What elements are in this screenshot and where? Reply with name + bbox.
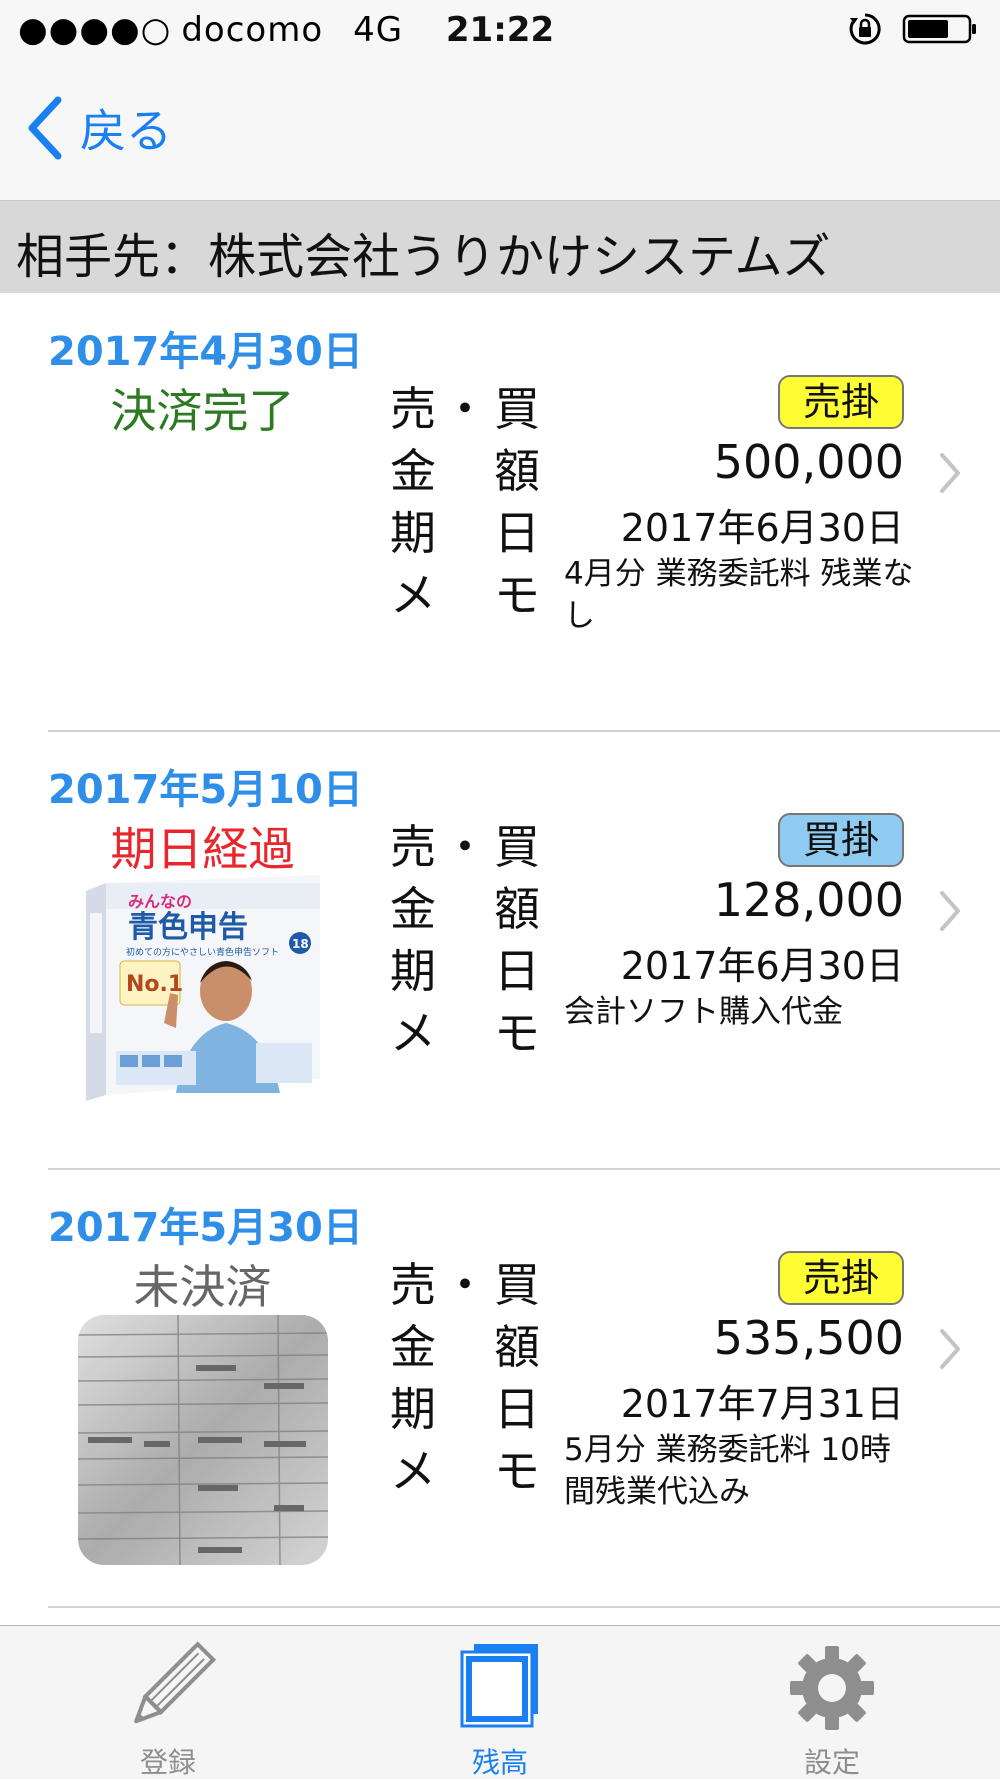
pencil-icon [134, 1641, 217, 1724]
label-char: メ [390, 1444, 436, 1498]
type-field-label: 売・買 [390, 1249, 540, 1315]
gear-icon [790, 1646, 874, 1730]
back-button[interactable]: 戻る [24, 94, 172, 162]
transaction-date: 2017年4月30日 [48, 329, 363, 375]
label-char: 買 [494, 1258, 540, 1312]
transaction-row[interactable]: 2017年5月10日 期日経過 売・買 金額 期日 メモ 買掛 128,000 … [0, 733, 1000, 1170]
type-field-label: 売・買 [390, 373, 540, 439]
amount-field-label: 金額 [390, 435, 540, 501]
label-char: 期 [390, 506, 436, 560]
settlement-status: 期日経過 [110, 822, 295, 876]
row-divider [48, 1606, 1000, 1608]
label-char: モ [494, 1006, 540, 1060]
due-date-value: 2017年6月30日 [620, 944, 904, 988]
label-char: 売 [390, 1258, 436, 1312]
settlement-status: 未決済 [133, 1260, 272, 1314]
due-field-label: 期日 [390, 935, 540, 1001]
chevron-right-icon [940, 891, 960, 931]
tab-settings[interactable]: 設定 [732, 1626, 932, 1779]
transaction-row[interactable]: 2017年4月30日 決済完了 売・買 金額 期日 メモ 売掛 500,000 … [0, 295, 1000, 732]
label-char: 売 [390, 820, 436, 874]
amount-value: 128,000 [713, 873, 904, 927]
product-title: 青色申告 [128, 910, 248, 945]
memo-value: 会計ソフト購入代金 [564, 994, 843, 1030]
due-field-label: 期日 [390, 1373, 540, 1439]
memo-field-label: メモ [390, 559, 540, 625]
due-field-label: 期日 [390, 497, 540, 563]
status-icons [848, 12, 978, 46]
chevron-left-icon [28, 96, 62, 160]
stacked-pages-icon [460, 1644, 538, 1728]
product-brand: みんなの [128, 892, 192, 911]
tab-register[interactable]: 登録 [68, 1626, 268, 1779]
label-char: 金 [390, 444, 436, 498]
navigation-bar: 戻る [0, 64, 1000, 201]
memo-field-label: メモ [390, 1435, 540, 1501]
label-char: 額 [494, 882, 540, 936]
label-char: 日 [494, 506, 540, 560]
label-char: 金 [390, 882, 436, 936]
type-badge: 買掛 [778, 813, 904, 867]
tab-bar: 登録 残高 設定 [0, 1625, 1000, 1779]
type-field-label: 売・買 [390, 811, 540, 877]
rotation-lock-icon [849, 13, 881, 45]
tab-label: 残高 [471, 1746, 528, 1779]
transaction-date: 2017年5月10日 [48, 767, 363, 813]
memo-value: 4月分 業務委託料 残業なし [564, 556, 914, 634]
amount-value: 535,500 [713, 1311, 904, 1365]
memo-field-label: メモ [390, 997, 540, 1063]
label-char: 額 [494, 1320, 540, 1374]
product-thumbnail[interactable]: みんなの 青色申告 初めての方にやさしい青色申告ソフト 18 No.1 [86, 873, 320, 1115]
label-char: 日 [494, 944, 540, 998]
row-divider [48, 1168, 1000, 1170]
label-char: 日 [494, 1382, 540, 1436]
chevron-right-icon [940, 1329, 960, 1369]
label-char: ・ [442, 382, 488, 436]
label-char: ・ [442, 820, 488, 874]
label-char: 期 [390, 1382, 436, 1436]
partner-name: 相手先：株式会社うりかけシステムズ [16, 229, 831, 285]
label-char: メ [390, 1006, 436, 1060]
settlement-status: 決済完了 [110, 384, 295, 438]
back-label: 戻る [80, 104, 172, 158]
product-subtitle: 初めての方にやさしい青色申告ソフト [126, 946, 279, 958]
label-char: 金 [390, 1320, 436, 1374]
amount-field-label: 金額 [390, 873, 540, 939]
type-badge: 売掛 [778, 375, 904, 429]
partner-header: 相手先：株式会社うりかけシステムズ [0, 201, 1000, 293]
type-badge: 売掛 [778, 1251, 904, 1305]
tab-label: 設定 [803, 1746, 860, 1779]
label-char: 額 [494, 444, 540, 498]
tab-balance[interactable]: 残高 [400, 1626, 600, 1779]
chevron-right-icon [940, 453, 960, 493]
amount-field-label: 金額 [390, 1311, 540, 1377]
transaction-date: 2017年5月30日 [48, 1205, 363, 1251]
tab-label: 登録 [139, 1746, 196, 1779]
status-bar: ●●●●○ docomo 4G 21:22 [0, 0, 1000, 64]
label-char: モ [494, 1444, 540, 1498]
document-photo [78, 1315, 328, 1565]
product-version: 18 [292, 937, 309, 951]
label-char: 売 [390, 382, 436, 436]
battery-icon [902, 14, 976, 44]
row-divider [48, 730, 1000, 732]
label-char: 買 [494, 382, 540, 436]
transaction-row[interactable]: 2017年5月30日 未決済 売・買 金額 期日 メモ 売掛 535,500 2… [0, 1171, 1000, 1608]
amount-value: 500,000 [713, 435, 904, 489]
document-photo-thumbnail[interactable] [78, 1315, 328, 1565]
label-char: 買 [494, 820, 540, 874]
due-date-value: 2017年7月31日 [620, 1382, 904, 1426]
label-char: メ [390, 568, 436, 622]
label-char: 期 [390, 944, 436, 998]
due-date-value: 2017年6月30日 [620, 506, 904, 550]
memo-value: 5月分 業務委託料 10時間残業代込み [564, 1432, 891, 1510]
product-rank: No.1 [126, 972, 183, 997]
label-char: ・ [442, 1258, 488, 1312]
label-char: モ [494, 568, 540, 622]
